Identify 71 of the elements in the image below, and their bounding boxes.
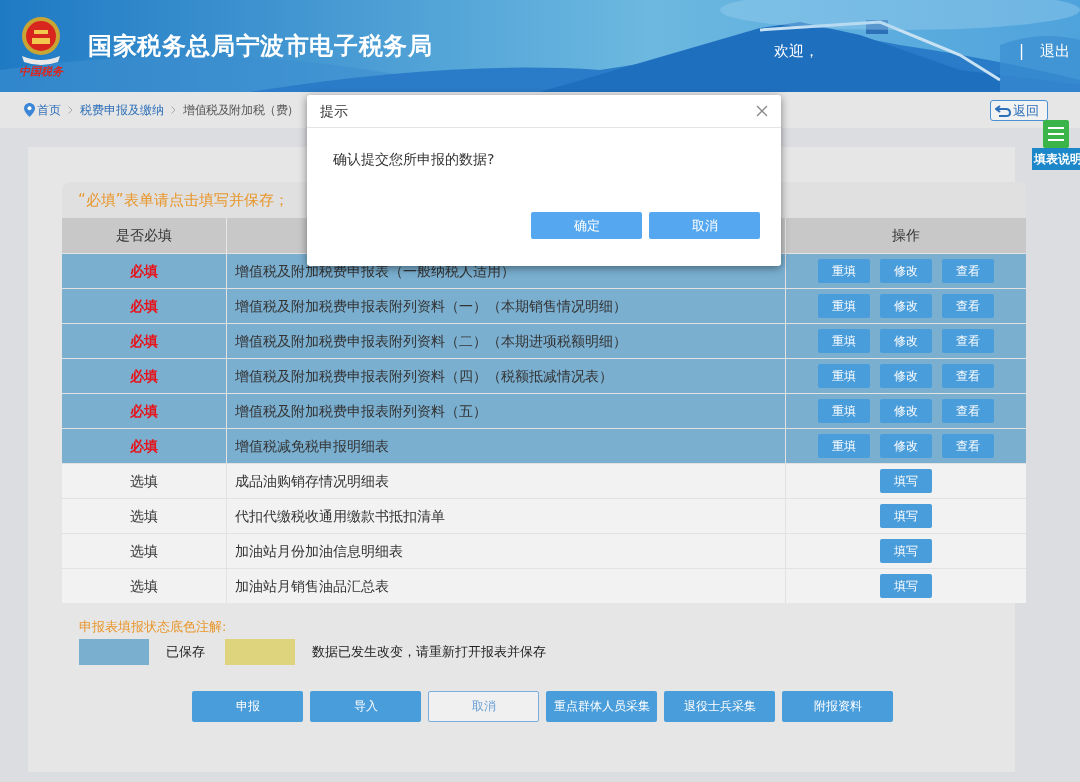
breadcrumb-link[interactable]: 税费申报及缴纳 (80, 101, 164, 119)
form-name: 增值税及附加税费申报表附列资料（一）（本期销售情况明细） (235, 296, 627, 316)
action-button[interactable]: 查看 (942, 364, 994, 388)
return-icon (995, 104, 1011, 117)
action-button[interactable]: 附报资料 (782, 690, 893, 722)
requirement-text: 必填 (130, 331, 158, 351)
requirement-text: 选填 (130, 471, 158, 491)
action-button[interactable]: 填写 (880, 574, 932, 598)
requirement-text: 必填 (130, 261, 158, 281)
action-button[interactable]: 填写 (880, 504, 932, 528)
action-button[interactable]: 填写 (880, 469, 932, 493)
requirement-text: 选填 (130, 541, 158, 561)
breadcrumb-current: 增值税及附加税（费） (183, 102, 299, 119)
action-button[interactable]: 修改 (880, 364, 932, 388)
chevron-icon (171, 106, 176, 114)
chevron-icon (68, 106, 73, 114)
requirement-text: 选填 (130, 576, 158, 596)
requirement-text: 必填 (130, 401, 158, 421)
welcome-text: 欢迎， (773, 40, 819, 62)
action-button[interactable]: 修改 (880, 329, 932, 353)
dialog-button[interactable]: 确定 (531, 212, 642, 239)
notice-text: “必填”表单请点击填写并保存； (78, 189, 289, 211)
requirement-text: 必填 (130, 296, 158, 316)
dialog-message: 确认提交您所申报的数据? (333, 150, 496, 169)
action-button[interactable]: 修改 (880, 434, 932, 458)
form-name: 加油站月销售油品汇总表 (235, 576, 389, 596)
form-name: 增值税减免税申报明细表 (235, 436, 389, 456)
action-button[interactable]: 重填 (818, 329, 870, 353)
form-name: 加油站月份加油信息明细表 (235, 541, 403, 561)
logo-caption: 中国税务 (19, 65, 63, 77)
action-button[interactable]: 申报 (192, 690, 303, 722)
form-name: 增值税及附加税费申报表附列资料（四）（税额抵减情况表） (235, 366, 613, 386)
action-button[interactable]: 查看 (942, 434, 994, 458)
legend-title: 申报表填报状态底色注解: (79, 618, 228, 636)
action-button[interactable]: 退役士兵采集 (664, 690, 775, 722)
form-name: 成品油购销存情况明细表 (235, 471, 389, 491)
requirement-text: 必填 (130, 436, 158, 456)
action-button[interactable]: 修改 (880, 399, 932, 423)
column-header: 操作 (891, 226, 921, 245)
dialog-button[interactable]: 取消 (649, 212, 760, 239)
action-button[interactable]: 查看 (942, 329, 994, 353)
action-button[interactable]: 查看 (942, 399, 994, 423)
action-button[interactable]: 重点群体人员采集 (546, 690, 657, 722)
action-button[interactable]: 查看 (942, 259, 994, 283)
requirement-text: 选填 (130, 506, 158, 526)
action-button[interactable]: 填写 (880, 539, 932, 563)
requirement-text: 必填 (130, 366, 158, 386)
dialog-title: 提示 (320, 101, 348, 121)
document-icon (1042, 120, 1070, 148)
logout-link[interactable]: 退出 (1040, 39, 1070, 63)
action-button[interactable]: 重填 (818, 434, 870, 458)
action-button[interactable]: 修改 (880, 294, 932, 318)
site-title: 国家税务总局宁波市电子税务局 (88, 31, 433, 62)
location-pin-icon (24, 103, 35, 117)
form-name: 增值税及附加税费申报表附列资料（二）（本期进项税额明细） (235, 331, 627, 351)
action-button[interactable]: 重填 (818, 399, 870, 423)
action-button[interactable]: 重填 (818, 294, 870, 318)
form-name: 代扣代缴税收通用缴款书抵扣清单 (235, 506, 445, 526)
breadcrumb-link[interactable]: 首页 (37, 101, 61, 119)
action-button[interactable]: 查看 (942, 294, 994, 318)
back-button[interactable]: 返回 (990, 100, 1048, 121)
action-button[interactable]: 重填 (818, 364, 870, 388)
action-button[interactable]: 修改 (880, 259, 932, 283)
close-icon[interactable] (756, 105, 768, 117)
action-button[interactable]: 导入 (310, 690, 421, 722)
legend-label: 已保存 (166, 642, 205, 661)
separator: | (1018, 40, 1024, 62)
action-button[interactable]: 取消 (428, 690, 539, 722)
form-name: 增值税及附加税费申报表附列资料（五） (235, 401, 487, 421)
action-button[interactable]: 重填 (818, 259, 870, 283)
legend-label: 数据已发生改变，请重新打开报表并保存 (312, 642, 546, 661)
